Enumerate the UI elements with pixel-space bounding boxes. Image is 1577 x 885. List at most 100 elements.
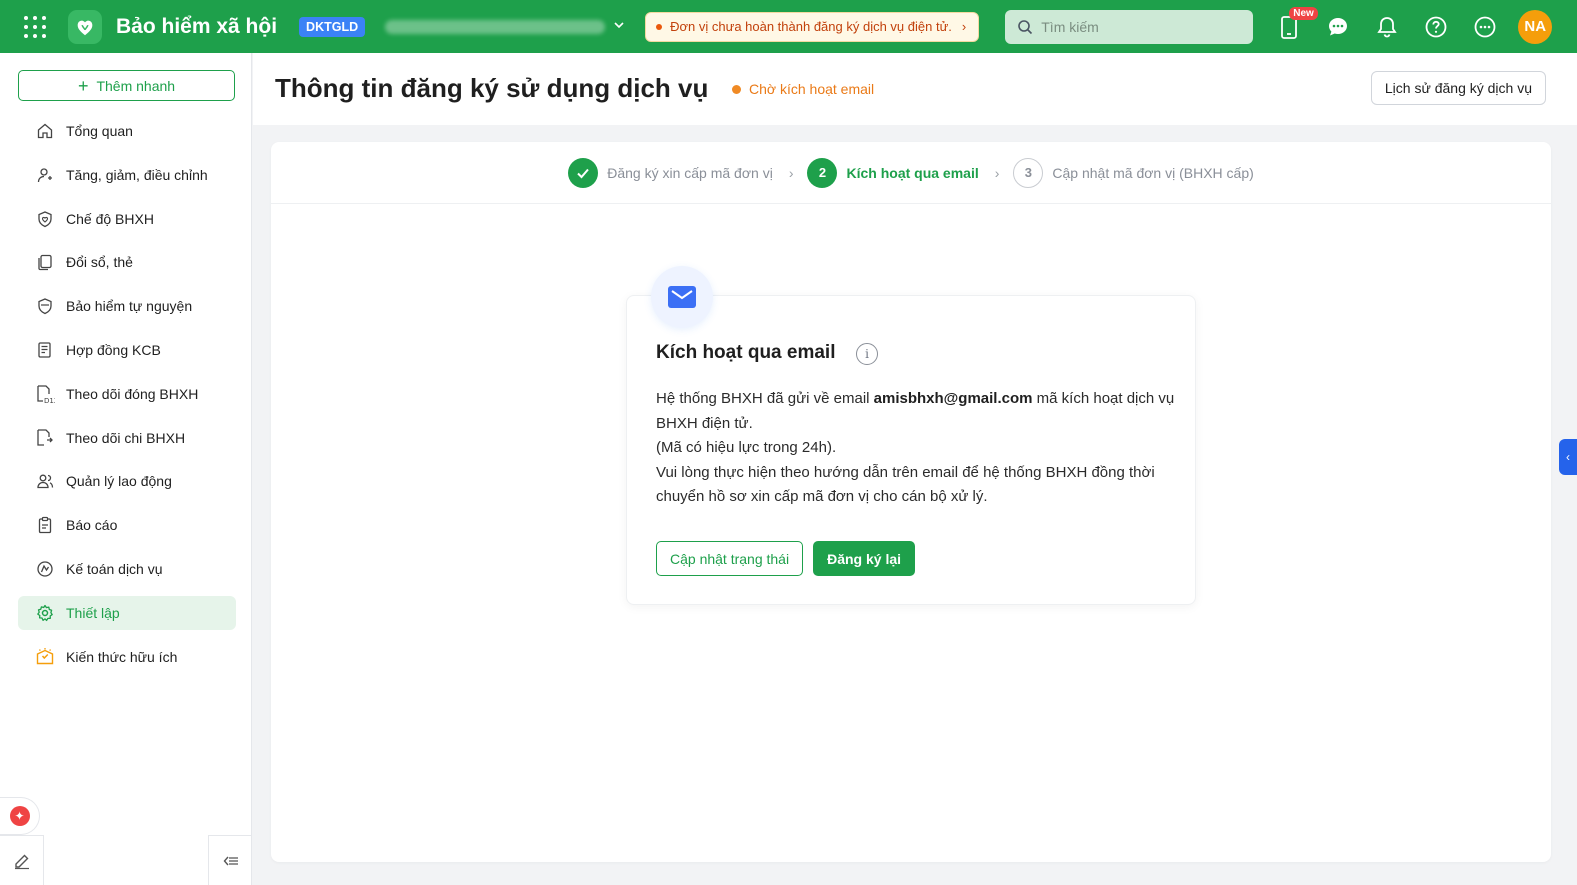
company-name-blurred[interactable]: [385, 19, 606, 34]
copy-icon: [35, 252, 55, 272]
plus-icon: +: [77, 75, 89, 96]
search-icon: [1018, 19, 1033, 34]
sidebar-item-label: Kiến thức hữu ích: [66, 648, 178, 665]
card-title: Kích hoạt qua email: [656, 342, 836, 363]
sidebar-nav: Tổng quan Tăng, giảm, điều chỉnh Chế độ BH…: [18, 114, 236, 683]
validity-note: (Mã có hiệu lực trong 24h).: [656, 439, 837, 456]
sidebar-item-label: Hợp đồng KCB: [66, 341, 161, 358]
edit-icon[interactable]: [0, 835, 44, 885]
app-title: Bảo hiểm xã hội: [116, 14, 278, 38]
status-badge: Chờ kích hoạt email: [732, 81, 874, 97]
warning-dot-icon: [656, 23, 663, 30]
user-adjust-icon: [35, 165, 55, 185]
sidebar-item-label: Báo cáo: [66, 517, 118, 534]
collapse-sidebar-icon[interactable]: [208, 835, 252, 885]
sidebar-item-label: Theo dõi đóng BHXH: [66, 385, 199, 402]
quick-add-label: Thêm nhanh: [96, 77, 176, 94]
sidebar-item-6[interactable]: Hợp đồng KCB: [18, 333, 236, 367]
sidebar-item-1[interactable]: Tổng quan: [18, 114, 236, 148]
document-d12-icon: D12: [35, 384, 55, 404]
shield-icon: [35, 296, 55, 316]
help-icon[interactable]: [1422, 13, 1450, 41]
notice-text: Đơn vị chưa hoàn thành đăng ký dịch vụ đ…: [670, 19, 952, 34]
top-bar: Bảo hiểm xã hội DKTGLD Đơn vị chưa hoàn …: [0, 0, 1577, 53]
status-text: Chờ kích hoạt email: [749, 81, 875, 97]
document-payout-icon: [35, 428, 55, 448]
unit-code-badge: DKTGLD: [299, 16, 366, 37]
app-logo-icon: [68, 9, 102, 44]
main-card: Đăng ký xin cấp mã đơn vị › 2 Kích hoạt …: [271, 142, 1551, 862]
sidebar-item-2[interactable]: Tăng, giảm, điều chỉnh: [18, 158, 236, 192]
chevron-down-icon[interactable]: [613, 19, 625, 34]
info-icon[interactable]: i: [856, 343, 878, 365]
user-avatar[interactable]: NA: [1518, 9, 1553, 44]
instruction-text: Vui lòng thực hiện theo hướng dẫn trên e…: [656, 463, 1155, 506]
sidebar-item-label: Thiết lập: [66, 604, 120, 621]
page-title: Thông tin đăng ký sử dụng dịch vụ: [275, 73, 709, 103]
step-2: 2 Kích hoạt qua email: [807, 157, 979, 188]
sparkle-icon: ✦: [9, 806, 30, 826]
chevron-right-icon: ›: [788, 164, 794, 181]
search-input[interactable]: [1041, 18, 1242, 35]
sidebar: + Thêm nhanh Tổng quan Tăng, giảm, điều c…: [0, 53, 252, 885]
sidebar-item-9[interactable]: Quản lý lao động: [18, 464, 236, 498]
chevron-right-icon: ›: [994, 164, 1000, 181]
page-header: Thông tin đăng ký sử dụng dịch vụ Chờ kí…: [253, 53, 1577, 125]
mobile-app-icon[interactable]: New: [1275, 6, 1318, 41]
mail-icon: [651, 266, 713, 328]
sidebar-item-7[interactable]: D12 Theo dõi đóng BHXH: [18, 377, 236, 411]
clipboard-icon: [35, 515, 55, 535]
knowledge-icon: [35, 647, 55, 667]
email-address: amisbhxh@gmail.com: [873, 390, 1033, 407]
sidebar-item-13[interactable]: Kiến thức hữu ích: [18, 640, 236, 674]
search-box[interactable]: [1005, 9, 1254, 44]
contract-icon: [35, 340, 55, 360]
home-icon: [35, 121, 55, 141]
sidebar-item-10[interactable]: Báo cáo: [18, 508, 236, 542]
sidebar-item-label: Quản lý lao động: [66, 473, 172, 490]
expand-panel-icon[interactable]: ‹: [1559, 439, 1577, 475]
step-3-label: Cập nhật mã đơn vị (BHXH cấp): [1052, 164, 1254, 181]
app-launcher-icon[interactable]: [24, 15, 46, 38]
sidebar-item-3[interactable]: Chế độ BHXH: [18, 202, 236, 236]
new-badge: New: [1289, 6, 1318, 20]
chat-icon[interactable]: [1324, 13, 1352, 41]
card-body: Hệ thống BHXH đã gửi về email amisbhxh@g…: [656, 387, 1176, 510]
status-dot-icon: [732, 84, 741, 94]
bell-icon[interactable]: [1373, 13, 1401, 41]
email-activation-card: Kích hoạt qua email i Hệ thống BHXH đã g…: [626, 266, 1196, 605]
stepper: Đăng ký xin cấp mã đơn vị › 2 Kích hoạt …: [271, 142, 1551, 204]
sidebar-item-8[interactable]: Theo dõi chi BHXH: [18, 421, 236, 455]
gear-icon: [35, 603, 55, 623]
sidebar-item-label: Chế độ BHXH: [66, 210, 154, 227]
sidebar-item-5[interactable]: Bảo hiểm tự nguyện: [18, 289, 236, 323]
chevron-right-icon: ›: [961, 19, 967, 34]
accounting-icon: [35, 559, 55, 579]
sidebar-item-label: Bảo hiểm tự nguyện: [66, 298, 193, 315]
step-2-label: Kích hoạt qua email: [846, 164, 979, 181]
sidebar-item-4[interactable]: Đổi sổ, thẻ: [18, 245, 236, 279]
sidebar-item-label: Kế toán dịch vụ: [66, 560, 163, 577]
history-button[interactable]: Lịch sử đăng ký dịch vụ: [1370, 71, 1546, 105]
more-options-icon[interactable]: [1471, 13, 1499, 41]
check-icon: [568, 157, 599, 188]
sidebar-item-label: Theo dõi chi BHXH: [66, 429, 186, 446]
users-icon: [35, 471, 55, 491]
sidebar-item-12[interactable]: Thiết lập: [18, 595, 236, 630]
svg-text:D12: D12: [44, 397, 55, 404]
reregister-button[interactable]: Đăng ký lại: [813, 541, 916, 576]
step-3: 3 Cập nhật mã đơn vị (BHXH cấp): [1013, 157, 1254, 188]
step-1-label: Đăng ký xin cấp mã đơn vị: [607, 164, 773, 181]
sidebar-item-label: Tăng, giảm, điều chỉnh: [66, 166, 208, 183]
sidebar-item-label: Tổng quan: [66, 123, 133, 139]
quick-add-button[interactable]: + Thêm nhanh: [18, 70, 235, 101]
step-2-number: 2: [807, 157, 838, 188]
sidebar-item-label: Đổi sổ, thẻ: [66, 254, 133, 271]
step-3-number: 3: [1013, 157, 1044, 188]
sidebar-item-11[interactable]: Kế toán dịch vụ: [18, 552, 236, 586]
message-prefix: Hệ thống BHXH đã gửi về email: [656, 390, 874, 407]
step-1: Đăng ký xin cấp mã đơn vị: [568, 157, 773, 188]
ai-assistant-button[interactable]: ✦: [0, 797, 40, 835]
registration-notice[interactable]: Đơn vị chưa hoàn thành đăng ký dịch vụ đ…: [645, 11, 980, 42]
update-status-button[interactable]: Cập nhật trạng thái: [656, 541, 804, 576]
